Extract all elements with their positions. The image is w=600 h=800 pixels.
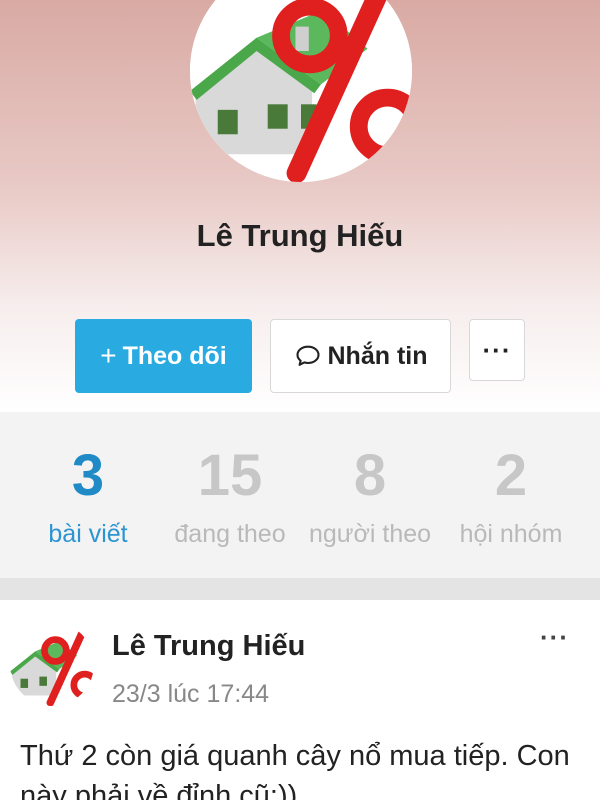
stat-label: đang theo [174,519,286,548]
follow-button[interactable]: + Theo dõi [75,319,252,393]
stat-value: 15 [197,443,263,508]
house-percent-logo-icon [190,0,412,182]
message-button[interactable]: Nhắn tin [270,319,451,393]
profile-header: Lê Trung Hiếu + Theo dõi Nhắn tin ··· [0,0,600,410]
post-author-avatar[interactable] [10,622,94,706]
section-divider [0,578,600,600]
stat-label: bài viết [48,519,128,548]
post-body-text: Thứ 2 còn giá quanh cây nổ mua tiếp. Con… [20,740,570,800]
profile-stats: 3 bài viết 15 đang theo 8 người theo 2 h… [0,412,600,578]
post-timestamp[interactable]: 23/3 lúc 17:44 [112,680,269,709]
stat-following[interactable]: 15 đang theo [155,444,305,549]
house-percent-logo-icon [10,622,94,706]
stat-value: 3 [71,443,105,508]
stat-groups[interactable]: 2 hội nhóm [436,444,586,549]
stat-label: người theo [308,519,432,548]
stat-value: 2 [494,443,528,508]
stat-posts[interactable]: 3 bài viết [13,444,163,549]
message-button-label: Nhắn tin [327,341,428,370]
plus-icon: + [100,340,117,371]
post-author-name[interactable]: Lê Trung Hiếu [112,630,305,663]
profile-name: Lê Trung Hiếu [196,218,404,253]
chat-bubble-icon [295,345,320,366]
more-options-button[interactable]: ··· [469,319,525,381]
post-more-options-button[interactable]: ··· [540,622,569,653]
post-card: Lê Trung Hiếu 23/3 lúc 17:44 ··· Thứ 2 c… [0,600,600,800]
stat-value: 8 [353,443,387,508]
follow-button-label: Theo dõi [122,341,227,370]
stat-label: hội nhóm [459,519,563,548]
profile-avatar[interactable] [190,0,412,182]
stat-followers[interactable]: 8 người theo [295,444,445,549]
